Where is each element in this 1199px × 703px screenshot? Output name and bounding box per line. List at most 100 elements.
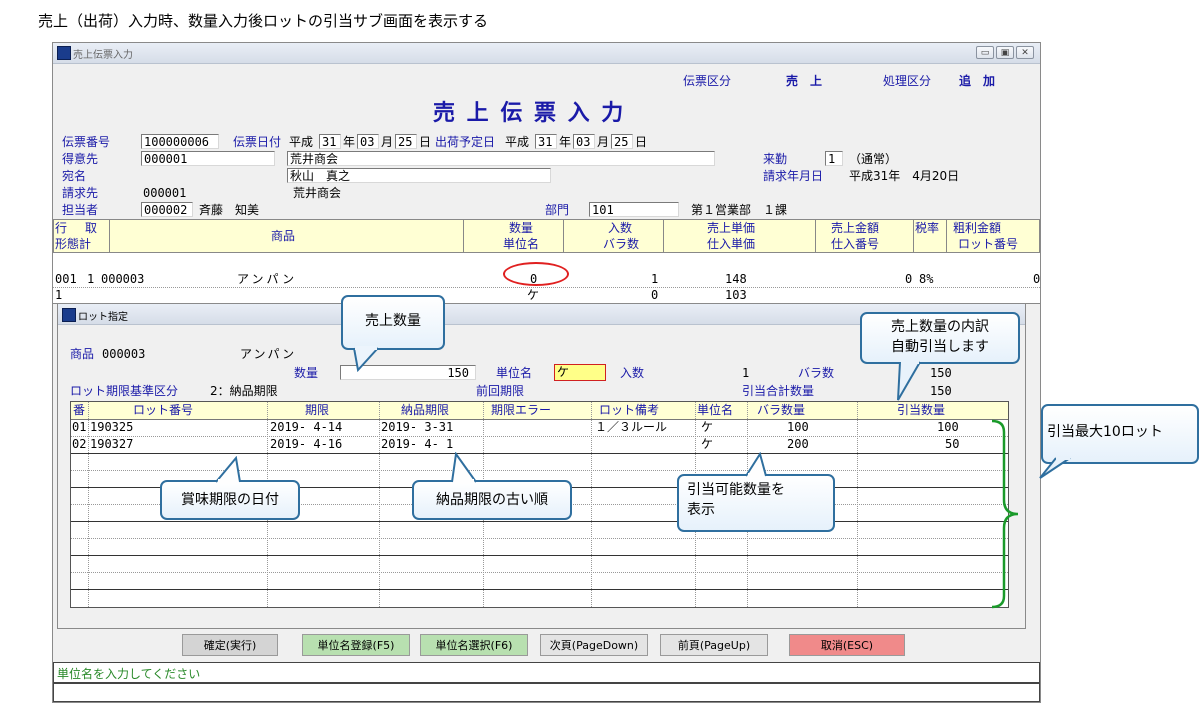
lot-col-lot: ロット番号 bbox=[133, 403, 194, 417]
staff-code-field[interactable]: 000002 bbox=[141, 202, 193, 217]
lot-row-alloc[interactable]: 50 bbox=[945, 436, 959, 452]
slip-era: 平成 bbox=[289, 135, 314, 149]
visit-field[interactable]: 1 bbox=[825, 151, 843, 166]
callout-delivery-order-tail bbox=[451, 452, 477, 484]
lot-col-bara: バラ数量 bbox=[757, 403, 806, 417]
ship-year-suffix: 年 bbox=[559, 135, 572, 149]
callout-sales-qty-tail bbox=[353, 346, 379, 372]
grid-row-amount: 0 bbox=[905, 272, 913, 286]
grid-row2-type: 1 bbox=[55, 288, 63, 302]
grid-header-row: 行 bbox=[55, 221, 68, 235]
lot-unit-field[interactable]: ケ bbox=[554, 364, 606, 381]
grid-header-qty: 数量 bbox=[509, 221, 534, 235]
grid-row-take: 1 bbox=[87, 272, 95, 286]
grid-header-sep bbox=[946, 219, 947, 253]
grid-header-profit: 粗利金額 bbox=[953, 221, 1002, 235]
close-button[interactable]: ✕ bbox=[1016, 46, 1034, 59]
slip-no-label: 伝票番号 bbox=[62, 135, 111, 149]
lot-col-err: 期限エラー bbox=[491, 403, 552, 417]
lot-grid-row-line bbox=[71, 538, 1008, 539]
grid-header-sep bbox=[663, 219, 664, 253]
lot-grid-row-line bbox=[71, 436, 1008, 437]
lot-row-no: 01 bbox=[72, 420, 87, 434]
maximize-button[interactable]: ▣ bbox=[996, 46, 1014, 59]
window-titlebar: 売上伝票入力 ▭ ▣ ✕ bbox=[53, 43, 1040, 64]
lot-unit-label: 単位名 bbox=[496, 366, 533, 380]
staff-name: 斉藤 知美 bbox=[199, 203, 260, 217]
slip-day-field[interactable]: 25 bbox=[395, 134, 417, 149]
staff-label: 担当者 bbox=[62, 203, 99, 217]
app-icon bbox=[57, 46, 71, 60]
grid-header-sep bbox=[563, 219, 564, 253]
grid-header-price: 売上単価 bbox=[707, 221, 756, 235]
lot-bara-label: バラ数 bbox=[798, 366, 835, 380]
dept-code-field[interactable]: 101 bbox=[589, 202, 679, 217]
grid-header-bara: バラ数 bbox=[603, 237, 640, 251]
visit-label: 来勤 bbox=[763, 152, 788, 166]
grid-row-profit: 0 bbox=[1033, 272, 1041, 286]
lot-bara-value: 150 bbox=[930, 366, 952, 380]
lot-total-label: 引当合計数量 bbox=[742, 384, 815, 398]
minimize-button[interactable]: ▭ bbox=[976, 46, 994, 59]
grid-header-inqty: 入数 bbox=[608, 221, 633, 235]
lot-item-code: 000003 bbox=[102, 347, 146, 361]
unit-select-button[interactable]: 単位名選択(F6) bbox=[420, 634, 528, 656]
customer-label: 得意先 bbox=[62, 152, 99, 166]
lot-dialog-title: ロット指定 bbox=[78, 312, 128, 323]
grid-row-price: 148 bbox=[725, 272, 747, 286]
grid-row2-cost: 103 bbox=[725, 288, 747, 302]
lot-row-lot: 190327 bbox=[90, 437, 134, 451]
lot-qty-label: 数量 bbox=[294, 366, 319, 380]
slip-month-field[interactable]: 03 bbox=[357, 134, 379, 149]
next-page-button[interactable]: 次頁(PageDown) bbox=[540, 634, 648, 656]
grid-row-sep bbox=[53, 287, 1040, 288]
lot-total-value: 150 bbox=[930, 384, 952, 398]
slip-no-field[interactable]: 100000006 bbox=[141, 134, 219, 149]
ship-day-field[interactable]: 25 bbox=[611, 134, 633, 149]
form-title: 売 上 伝 票 入 力 bbox=[433, 101, 626, 126]
addressee-field[interactable]: 秋山 真之 bbox=[287, 168, 551, 183]
callout-breakdown-tail bbox=[897, 360, 921, 401]
lot-row-bara: 200 bbox=[787, 437, 809, 451]
customer-code-field[interactable]: 000001 bbox=[141, 151, 275, 166]
billing-name: 荒井商会 bbox=[293, 186, 342, 200]
lot-inqty-label: 入数 bbox=[620, 366, 645, 380]
process-type-label: 処理区分 bbox=[883, 74, 932, 88]
cancel-button[interactable]: 取消(ESC) bbox=[789, 634, 905, 656]
page-caption: 売上（出荷）入力時、数量入力後ロットの引当サブ画面を表示する bbox=[38, 12, 489, 30]
lot-row-lot: 190325 bbox=[90, 420, 134, 434]
ship-era: 平成 bbox=[505, 135, 530, 149]
callout-available-qty-tail bbox=[745, 452, 767, 478]
billing-month-value: 平成31年 4月20日 bbox=[849, 169, 960, 183]
customer-name-field[interactable]: 荒井商会 bbox=[287, 151, 715, 166]
lot-row-expiry: 2019- 4-16 bbox=[270, 437, 343, 451]
window-title: 売上伝票入力 bbox=[73, 50, 133, 61]
prev-page-button[interactable]: 前頁(PageUp) bbox=[660, 634, 768, 656]
lot-row-no: 02 bbox=[72, 437, 87, 451]
dept-name: 第１営業部 １課 bbox=[691, 203, 788, 217]
grid-header bbox=[53, 219, 1040, 253]
lot-row-unit: ケ bbox=[701, 437, 714, 451]
lot-row-unit: ケ bbox=[701, 420, 714, 434]
lot-row-alloc[interactable]: 100 bbox=[937, 419, 959, 435]
lot-row-deliv: 2019- 3-31 bbox=[381, 420, 454, 434]
process-type-value: 追 加 bbox=[959, 74, 996, 88]
lot-basis-label: ロット期限基準区分 bbox=[70, 384, 179, 398]
ship-month-field[interactable]: 03 bbox=[573, 134, 595, 149]
visit-desc: （通常） bbox=[849, 152, 898, 166]
confirm-button[interactable]: 確定(実行) bbox=[182, 634, 278, 656]
grid-header-tax: 税率 bbox=[915, 221, 940, 235]
billing-month-label: 請求年月日 bbox=[763, 169, 824, 183]
slip-type-value: 売 上 bbox=[786, 74, 823, 88]
slip-type-label: 伝票区分 bbox=[683, 74, 732, 88]
lot-item-label: 商品 bbox=[70, 347, 95, 361]
lot-row-deliv: 2019- 4- 1 bbox=[381, 437, 454, 451]
lot-grid-row-line bbox=[71, 572, 1008, 573]
grid-header-take: 取 bbox=[85, 221, 98, 235]
unit-register-button[interactable]: 単位名登録(F5) bbox=[302, 634, 410, 656]
grid-header-sep bbox=[463, 219, 464, 253]
slip-year-field[interactable]: 31 bbox=[319, 134, 341, 149]
ship-year-field[interactable]: 31 bbox=[535, 134, 557, 149]
grid-row2-bara: 0 bbox=[651, 288, 659, 302]
grid-row-inqty: 1 bbox=[651, 272, 659, 286]
